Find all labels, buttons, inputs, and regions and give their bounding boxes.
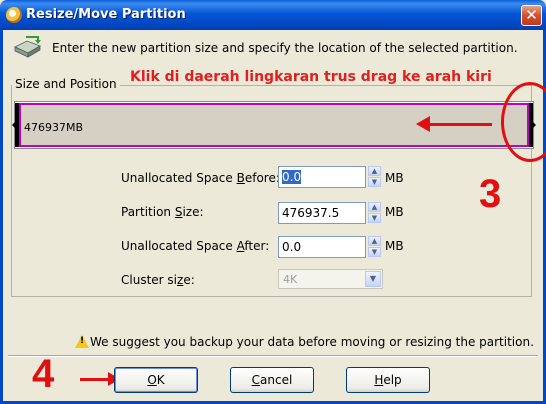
ok-button[interactable]: OK <box>114 367 198 393</box>
window-title: Resize/Move Partition <box>26 7 186 22</box>
window-frame-left <box>0 30 3 404</box>
help-button[interactable]: Help <box>346 367 430 393</box>
cluster-select[interactable]: 4K ▼ <box>278 269 383 289</box>
after-label: Unallocated Space After: <box>121 239 270 253</box>
warning-mark: ! <box>80 336 85 346</box>
before-label: Unallocated Space Before: <box>121 171 280 185</box>
down-icon[interactable]: ▼ <box>368 177 381 187</box>
separator <box>8 355 538 357</box>
left-arrow-icon <box>416 116 430 132</box>
down-icon[interactable]: ▼ <box>368 247 381 257</box>
up-icon[interactable]: ▲ <box>368 202 381 212</box>
annotation-arrow2-line <box>80 378 110 381</box>
left-resize-handle[interactable] <box>12 103 19 147</box>
annotation-arrow-line <box>428 123 492 126</box>
before-input[interactable]: 0.0 <box>278 166 366 188</box>
close-button[interactable]: ✕ <box>521 5 542 26</box>
size-input[interactable]: 476937.5 <box>278 202 366 224</box>
drive-icon <box>14 36 41 58</box>
step-3-label: 3 <box>479 172 502 216</box>
up-icon[interactable]: ▲ <box>368 236 381 246</box>
title-bar[interactable]: Resize/Move Partition ✕ <box>0 0 546 30</box>
after-input[interactable]: 0.0 <box>278 236 366 258</box>
before-stepper[interactable]: ▲ ▼ <box>368 166 382 188</box>
partition-size-label: 476937MB <box>24 121 84 134</box>
partition-tool-icon <box>6 7 22 23</box>
group-label: Size and Position <box>12 77 120 91</box>
size-label: Partition Size: <box>121 205 204 219</box>
size-unit: MB <box>385 205 404 219</box>
warning-text: We suggest you backup your data before m… <box>90 335 534 349</box>
cluster-label: Cluster size: <box>121 273 195 287</box>
instruction-text: Enter the new partition size and specify… <box>52 41 518 55</box>
size-stepper[interactable]: ▲ ▼ <box>368 202 382 224</box>
before-unit: MB <box>385 171 404 185</box>
step-4-label: 4 <box>32 352 55 396</box>
down-icon[interactable]: ▼ <box>368 213 381 223</box>
up-icon[interactable]: ▲ <box>368 166 381 176</box>
after-unit: MB <box>385 239 404 253</box>
cancel-button[interactable]: Cancel <box>230 367 314 393</box>
chevron-down-icon[interactable]: ▼ <box>365 271 381 287</box>
annotation-text: Klik di daerah lingkaran trus drag ke ar… <box>130 69 492 85</box>
after-stepper[interactable]: ▲ ▼ <box>368 236 382 258</box>
